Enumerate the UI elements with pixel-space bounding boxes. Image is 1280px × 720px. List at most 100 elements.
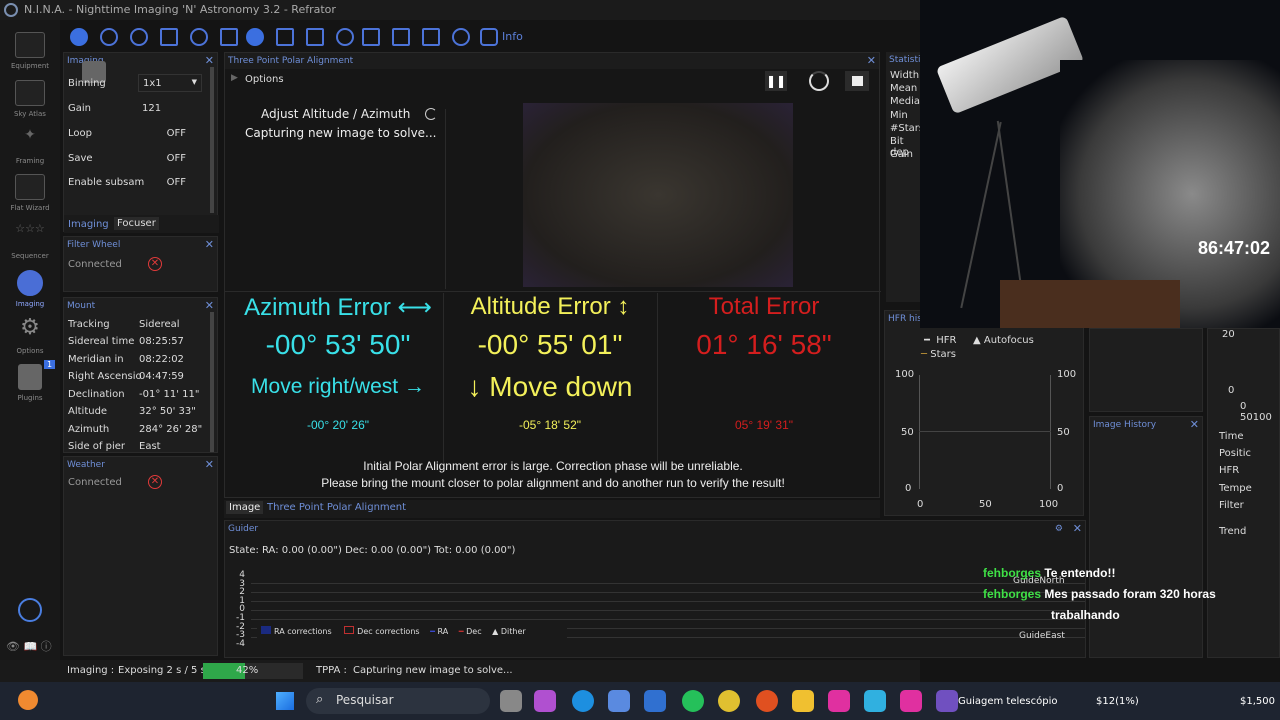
store-icon[interactable] [608, 690, 630, 712]
hfr-x-tick: 0 [917, 499, 924, 510]
loop-toggle[interactable]: OFF [136, 128, 186, 139]
chat-text: Mes passado foram 320 horas [1044, 587, 1216, 601]
whatsapp-icon[interactable] [682, 690, 704, 712]
chrome-icon[interactable] [718, 690, 740, 712]
rotator-icon[interactable] [190, 28, 208, 46]
mini-chart-tick: 20 [1222, 329, 1235, 340]
close-icon[interactable]: ✕ [205, 457, 214, 473]
guider-icon[interactable] [246, 28, 264, 46]
star-image [523, 103, 793, 287]
legend-hfr: ╺╸ HFR [921, 335, 957, 346]
framing-tool-icon[interactable] [160, 28, 178, 46]
guider-legend: RA corrections Dec corrections ━ RA ━ De… [257, 625, 567, 639]
disconnected-icon[interactable]: ✕ [148, 257, 162, 271]
hfr-y-tick: 100 [895, 369, 915, 380]
list-icon[interactable] [276, 28, 294, 46]
tab-tppa[interactable]: Three Point Polar Alignment [267, 502, 406, 513]
taskbar-notification[interactable]: Guiagem telescópio [958, 696, 1058, 707]
weather-widget-icon[interactable] [18, 690, 38, 710]
refresh-icon[interactable] [809, 71, 829, 91]
column-label: Filter [1219, 500, 1244, 511]
guider-panel: Guider ✕ ⚙ State: RA: 0.00 (0.00") Dec: 0.… [224, 520, 1086, 658]
column-label: Positic [1219, 448, 1251, 459]
scrollbar[interactable] [210, 312, 214, 452]
panel-title: Image History ✕ [1090, 417, 1202, 433]
graph-icon[interactable] [422, 28, 440, 46]
ra-corrections-swatch [261, 626, 271, 634]
tppa-panel: Three Point Polar Alignment ✕ ▶ Options ❚… [224, 52, 881, 498]
options-expander[interactable]: Options [245, 74, 284, 85]
app-icon[interactable] [900, 690, 922, 712]
stock-widget[interactable]: $12(1%) [1096, 696, 1139, 707]
guider-y-axis: 4 3 2 1 0 -1 -2 -3 -4 [235, 571, 245, 648]
taskbar-search[interactable]: ⌕ Pesquisar [306, 688, 490, 714]
chat-user: fehborges [983, 566, 1042, 580]
dec-corrections-swatch [344, 626, 355, 634]
close-icon[interactable]: ✕ [1073, 521, 1082, 537]
info-link[interactable]: Info [502, 30, 523, 43]
sidebar-item-framing[interactable]: ✦ Framing [0, 127, 60, 165]
app-icon[interactable] [828, 690, 850, 712]
close-icon[interactable]: ✕ [867, 53, 876, 69]
sidebar: Equipment Sky Atlas ✦ Framing Flat Wizard… [0, 20, 60, 676]
bulb-icon[interactable] [452, 28, 470, 46]
scrollbar[interactable] [210, 67, 214, 213]
total-error-value: 01° 16' 58" [696, 329, 832, 360]
warning-line-2: Please bring the mount closer to polar a… [321, 476, 785, 490]
close-icon[interactable]: ✕ [205, 237, 214, 253]
power-icon[interactable] [18, 598, 42, 622]
tab-focuser[interactable]: Focuser [114, 217, 159, 230]
gain-input[interactable]: 121 [142, 103, 161, 114]
stat-label: Mean [890, 83, 918, 94]
file-explorer-icon[interactable] [792, 690, 814, 712]
tab-image[interactable]: Image [226, 501, 264, 514]
altitude-error-label: Altitude Error ↕ [470, 293, 630, 320]
weather-station-icon[interactable] [362, 28, 380, 46]
close-icon[interactable]: ✕ [1190, 417, 1199, 433]
chat-user: fehborges [983, 587, 1042, 601]
stop-button[interactable] [845, 71, 869, 91]
copilot-icon[interactable] [534, 690, 556, 712]
app-icon[interactable] [644, 690, 666, 712]
sidebar-item-flat-wizard[interactable]: Flat Wizard [0, 174, 60, 212]
disconnected-icon[interactable]: ✕ [148, 475, 162, 489]
tripod-leg [960, 121, 1002, 309]
sliders-icon[interactable] [306, 28, 324, 46]
camera-icon[interactable] [70, 28, 88, 46]
settings-icon[interactable]: ⚙ [1055, 521, 1063, 537]
mount-value: 284° 26' 28" [139, 424, 203, 435]
shield-icon[interactable] [480, 28, 498, 46]
save-toggle[interactable]: OFF [136, 153, 186, 164]
expand-arrow-icon[interactable]: ▶ [231, 73, 238, 83]
legend-label: Dither [500, 627, 526, 636]
sidebar-label: Flat Wizard [10, 204, 50, 212]
status-tppa-label: TPPA : [316, 665, 347, 676]
edge-icon[interactable] [572, 690, 594, 712]
sidebar-item-sequencer[interactable]: ☆☆☆ Sequencer [0, 222, 60, 260]
pause-button[interactable]: ❚❚ [765, 71, 787, 91]
sidebar-item-plugins[interactable]: Plugins 1 [0, 360, 60, 402]
price-widget[interactable]: $1,500 [1240, 696, 1275, 707]
histogram-icon[interactable] [392, 28, 410, 46]
telescope-tool-icon[interactable] [220, 28, 238, 46]
mount-value: 08:25:57 [139, 336, 184, 347]
binning-select[interactable]: 1x1 ▼ [138, 74, 202, 92]
dome-icon[interactable] [336, 28, 354, 46]
sidebar-item-equipment[interactable]: Equipment [0, 32, 60, 70]
app-icon[interactable] [756, 690, 778, 712]
focuser-icon[interactable] [130, 28, 148, 46]
app-icon[interactable] [864, 690, 886, 712]
divider [445, 109, 446, 289]
sidebar-item-options[interactable]: ⚙ Options [0, 317, 60, 356]
windows-start-icon[interactable] [276, 692, 294, 710]
subsample-toggle[interactable]: OFF [136, 177, 186, 188]
task-view-icon[interactable] [500, 690, 522, 712]
mini-chart-tick: 0 [1228, 385, 1235, 396]
sidebar-item-imaging[interactable]: Imaging [0, 270, 60, 308]
tab-imaging[interactable]: Imaging [68, 219, 109, 230]
bottom-icons: 👁 📖 ⓘ [6, 640, 52, 653]
stop-icon [851, 76, 863, 86]
app-icon[interactable] [936, 690, 958, 712]
sidebar-item-sky-atlas[interactable]: Sky Atlas [0, 80, 60, 118]
filter-wheel-icon[interactable] [100, 28, 118, 46]
